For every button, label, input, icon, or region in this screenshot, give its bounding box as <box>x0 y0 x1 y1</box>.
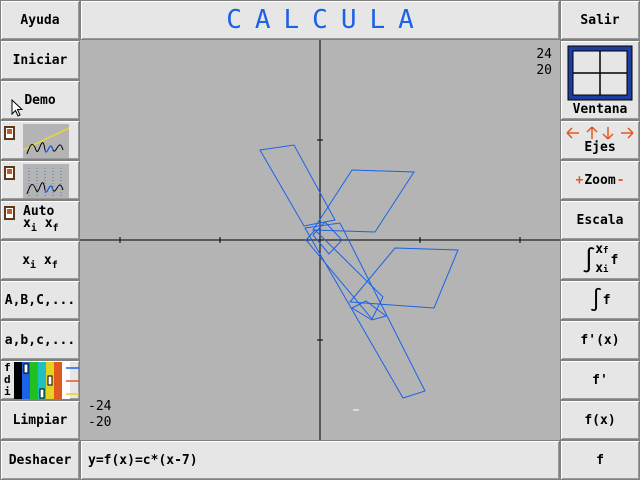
window-grid-icon <box>567 45 633 101</box>
arrows-icon <box>566 125 634 140</box>
scale-label: Escala <box>576 212 624 228</box>
clear-label: Limpiar <box>12 412 68 428</box>
auto-xi-xf-button[interactable]: Auto xi xf <box>0 200 80 240</box>
graph-mode-1-button[interactable] <box>0 120 80 160</box>
help-button[interactable]: Ayuda <box>0 0 80 40</box>
mouse-pointer-icon <box>11 99 23 117</box>
scale-button[interactable]: Escala <box>560 200 640 240</box>
demo-label: Demo <box>24 92 56 108</box>
color-palette-panel[interactable]: f d i <box>0 360 80 400</box>
mode-2-toggle-icon[interactable] <box>4 166 15 180</box>
zoom-button[interactable]: + Zoom - <box>560 160 640 200</box>
plot-canvas <box>80 40 560 440</box>
function-curve <box>259 144 459 399</box>
window-button[interactable]: Ventana <box>560 40 640 120</box>
x-max-label: 20 <box>536 63 552 78</box>
f-prime-label: f' <box>592 372 608 388</box>
derivative-function-button[interactable]: f'(x) <box>560 320 640 360</box>
demo-button[interactable]: Demo <box>0 80 80 120</box>
exit-label: Salir <box>580 12 620 28</box>
auto-label-group: Auto xi xf <box>23 205 59 234</box>
f-button[interactable]: f <box>560 440 640 480</box>
start-button[interactable]: Iniciar <box>0 40 80 80</box>
app-title: CALCULA <box>226 5 427 35</box>
definite-integral-button[interactable]: ∫ xf xi f <box>560 240 640 280</box>
mode-1-thumbnail <box>22 124 70 158</box>
curve-parallelogram-1 <box>312 169 415 233</box>
integral-sign-icon: ∫ <box>581 246 597 274</box>
help-label: Ayuda <box>20 12 60 28</box>
lowercase-params-button[interactable]: a,b,c,... <box>0 320 80 360</box>
derivative-function-label: f'(x) <box>580 332 620 348</box>
lowercase-params-label: a,b,c,... <box>4 332 76 348</box>
title-bar: CALCULA <box>80 0 560 40</box>
auto-toggle-icon[interactable] <box>4 206 15 220</box>
color-legend-labels: f d i <box>4 361 11 398</box>
start-label: Iniciar <box>12 52 68 68</box>
f-of-x-button[interactable]: f(x) <box>560 400 640 440</box>
y-max-label: 24 <box>536 47 552 62</box>
mode-1-toggle-icon[interactable] <box>4 126 15 140</box>
mode-2-thumbnail <box>23 164 69 198</box>
xi-xf-button[interactable]: xi xf <box>0 240 80 280</box>
integral-limits: xf xi <box>595 242 609 276</box>
axes-button[interactable]: Ejes <box>560 120 640 160</box>
undo-label: Deshacer <box>8 452 72 468</box>
exit-button[interactable]: Salir <box>560 0 640 40</box>
f-label: f <box>596 452 604 468</box>
formula-text[interactable]: y=f(x)=c*(x-7) <box>88 453 198 468</box>
integral-icon: ∫ <box>589 287 603 313</box>
curve-parallelogram-2 <box>348 247 459 309</box>
axes-label: Ejes <box>584 139 616 155</box>
x-min-label: -20 <box>88 415 112 430</box>
zoom-minus-icon: - <box>616 172 625 188</box>
integral-label: f <box>602 292 611 308</box>
undo-button[interactable]: Deshacer <box>0 440 80 480</box>
uppercase-params-button[interactable]: A,B,C,... <box>0 280 80 320</box>
definite-integral-label: f <box>610 252 619 268</box>
zoom-plus-icon: + <box>575 172 584 188</box>
integral-button[interactable]: ∫ f <box>560 280 640 320</box>
y-min-label: -24 <box>88 399 112 414</box>
color-palette-swatches[interactable] <box>14 362 80 400</box>
graph-mode-2-button[interactable] <box>0 160 80 200</box>
plot-area[interactable]: 24 20 -24 -20 <box>80 40 560 440</box>
window-label: Ventana <box>572 102 628 117</box>
uppercase-params-label: A,B,C,... <box>4 292 76 308</box>
f-of-x-label: f(x) <box>584 412 616 428</box>
zoom-label: Zoom <box>584 172 616 188</box>
xi-xf-label: xi xf <box>22 252 58 271</box>
auto-range-label: xi xf <box>23 216 59 234</box>
formula-bar[interactable]: y=f(x)=c*(x-7) <box>80 440 560 480</box>
clear-button[interactable]: Limpiar <box>0 400 80 440</box>
f-prime-button[interactable]: f' <box>560 360 640 400</box>
